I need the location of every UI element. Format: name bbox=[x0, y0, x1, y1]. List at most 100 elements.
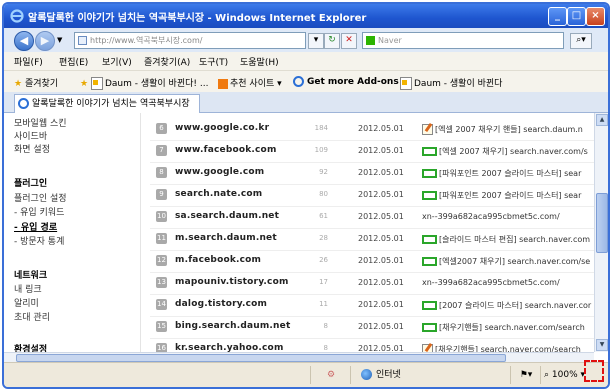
close-button[interactable]: × bbox=[586, 7, 605, 26]
keyword-link[interactable]: [엑셀2007 채우기] search.naver.com/se bbox=[422, 256, 590, 267]
window-title: 알록달록한 이야기가 넘치는 역곡북부시장 - Windows Internet… bbox=[28, 13, 367, 24]
menu-file[interactable]: 파일(F) bbox=[14, 55, 43, 68]
referrer-host[interactable]: m.search.daum.net bbox=[175, 233, 277, 243]
sidebar-item[interactable]: 플러그인 설정 bbox=[14, 191, 67, 204]
maximize-button[interactable]: □ bbox=[567, 7, 586, 26]
minimize-button[interactable]: _ bbox=[548, 7, 567, 26]
address-input[interactable]: http://www.역곡북부시장.com/ bbox=[74, 32, 306, 49]
fav-item-daum-2[interactable]: Daum - 생활이 바뀐다 bbox=[400, 76, 502, 90]
referrer-host[interactable]: sa.search.daum.net bbox=[175, 211, 279, 221]
keyword-link[interactable]: [2007 슬라이드 마스터] search.naver.cor bbox=[422, 300, 591, 311]
sidebar-item[interactable]: - 유입 경로 bbox=[14, 220, 57, 233]
menu-favorites[interactable]: 즐겨찾기(A) bbox=[144, 55, 190, 68]
keyword-icon bbox=[422, 257, 437, 266]
refresh-button[interactable]: ↻ bbox=[324, 33, 340, 49]
search-button[interactable]: ⌕▾ bbox=[570, 33, 592, 49]
keyword-link[interactable]: [채우기핸들] search.naver.com/search bbox=[422, 322, 585, 333]
table-row: 15 bing.search.daum.net 8 2012.05.01 [채우기핸들]… bbox=[150, 316, 594, 339]
visit-date: 2012.05.01 bbox=[358, 256, 404, 265]
recommended-icon bbox=[218, 78, 228, 89]
favorites-button[interactable]: ★ 즐겨찾기 bbox=[14, 76, 58, 89]
row-number: 9 bbox=[156, 189, 167, 200]
keyword-icon bbox=[422, 191, 437, 200]
visit-count: 80 bbox=[319, 190, 328, 198]
page-icon bbox=[400, 77, 412, 90]
visit-date: 2012.05.01 bbox=[358, 300, 404, 309]
keyword-link[interactable]: [엑셀 2007 채우기 핸들] search.daum.n bbox=[422, 124, 583, 135]
keyword-link[interactable]: [파워포인트 2007 슬라이드 마스터] sear bbox=[422, 168, 581, 179]
fav-item-recommended[interactable]: 추천 사이트 ▾ bbox=[218, 76, 282, 89]
sidebar-item[interactable]: 알리미 bbox=[14, 296, 39, 309]
visit-date: 2012.05.01 bbox=[358, 278, 404, 287]
star-icon: ★ bbox=[14, 79, 23, 89]
referrer-host[interactable]: dalog.tistory.com bbox=[175, 299, 267, 309]
keyword-text: [파워포인트 2007 슬라이드 마스터] sear bbox=[439, 169, 582, 178]
stop-button[interactable]: ✕ bbox=[341, 33, 357, 49]
visit-date: 2012.05.01 bbox=[358, 190, 404, 199]
visit-date: 2012.05.01 bbox=[358, 322, 404, 331]
fav-item-label: Daum - 생활이 바뀐다 bbox=[414, 79, 503, 89]
search-input[interactable]: Naver bbox=[362, 32, 564, 49]
privacy-segment[interactable]: ⚙ bbox=[310, 366, 351, 384]
menu-help[interactable]: 도움말(H) bbox=[240, 55, 279, 68]
sidebar-item[interactable]: 화면 설정 bbox=[14, 142, 50, 155]
page-icon bbox=[90, 77, 103, 90]
keyword-text: [채우기핸들] search.naver.com/search bbox=[435, 345, 581, 352]
ie-logo-icon bbox=[10, 9, 24, 23]
referrer-host[interactable]: bing.search.daum.net bbox=[175, 321, 290, 331]
referrer-list: 6 www.google.co.kr 184 2012.05.01 [엑셀 2007 채… bbox=[150, 113, 594, 352]
back-button[interactable]: ◀ bbox=[14, 31, 34, 51]
sidebar-item[interactable]: - 유입 키워드 bbox=[14, 205, 64, 218]
scroll-up-icon[interactable]: ▲ bbox=[596, 114, 608, 126]
sidebar-item[interactable]: 사이드바 bbox=[14, 129, 47, 142]
menu-edit[interactable]: 편집(E) bbox=[59, 55, 88, 68]
forward-button[interactable]: ▶ bbox=[35, 31, 55, 51]
fav-item-daum-1[interactable]: ★ Daum - 생활이 바뀐다! ... bbox=[80, 76, 208, 90]
referrer-host[interactable]: m.facebook.com bbox=[175, 255, 261, 265]
keyword-link[interactable]: [슬라이드 마스터 편집] search.naver.com bbox=[422, 234, 590, 245]
menu-tools[interactable]: 도구(T) bbox=[199, 55, 228, 68]
scroll-down-icon[interactable]: ▼ bbox=[596, 339, 608, 351]
scroll-thumb[interactable] bbox=[596, 193, 608, 253]
keyword-link[interactable]: xn--399a682aca995cbmet5c.com/ bbox=[422, 278, 560, 287]
back-arrow-icon: ◀ bbox=[19, 34, 29, 47]
shield-icon: ⚑▾ bbox=[519, 370, 533, 380]
visit-date: 2012.05.01 bbox=[358, 234, 404, 243]
visit-count: 8 bbox=[323, 344, 328, 352]
sidebar-item[interactable]: 초대 관리 bbox=[14, 310, 50, 323]
table-row: 7 www.facebook.com 109 2012.05.01 [엑셀 2007 채… bbox=[150, 140, 594, 163]
menu-bar: 파일(F) 편집(E) 보기(V) 즐겨찾기(A) 도구(T) 도움말(H) bbox=[4, 52, 608, 70]
h-scroll-thumb[interactable] bbox=[16, 354, 506, 362]
page-content: 모바일웹 스킨 사이드바 화면 설정 플러그인 플러그인 설정 - 유입 키워드 - 유입 … bbox=[4, 113, 594, 352]
status-bar: ⚙ 인터넷 ⚑▾ ⌕ 100% ▾ bbox=[4, 362, 608, 387]
keyword-link[interactable]: [파워포인트 2007 슬라이드 마스터] sear bbox=[422, 190, 581, 201]
visit-count: 61 bbox=[319, 212, 328, 220]
protected-mode-button[interactable]: ⚑▾ bbox=[510, 366, 541, 384]
sidebar-item[interactable]: 내 링크 bbox=[14, 282, 42, 295]
referrer-host[interactable]: search.nate.com bbox=[175, 189, 262, 199]
add-favorite-icon: ★ bbox=[80, 79, 89, 89]
history-dropdown-icon[interactable]: ▼ bbox=[57, 36, 62, 44]
sidebar-item[interactable]: - 방문자 통계 bbox=[14, 234, 64, 247]
sidebar-item[interactable]: 모바일웹 스킨 bbox=[14, 116, 67, 129]
address-url: http://www.역곡북부시장.com/ bbox=[90, 36, 203, 45]
vertical-scrollbar[interactable]: ▲ ▼ bbox=[594, 113, 608, 352]
keyword-link[interactable]: [채우기핸들] search.naver.com/search bbox=[422, 344, 581, 352]
referrer-host[interactable]: www.google.com bbox=[175, 167, 264, 177]
naver-logo-icon bbox=[366, 36, 375, 45]
keyword-icon bbox=[422, 169, 437, 178]
keyword-link[interactable]: xn--399a682aca995cbmet5c.com/ bbox=[422, 212, 560, 221]
edit-icon bbox=[422, 344, 433, 352]
referrer-host[interactable]: www.facebook.com bbox=[175, 145, 277, 155]
address-dropdown-button[interactable]: ▾ bbox=[308, 33, 324, 49]
referrer-host[interactable]: kr.search.yahoo.com bbox=[175, 343, 284, 352]
tab-current[interactable]: 알록달록한 이야기가 넘치는 역곡북부시장 bbox=[14, 94, 200, 113]
row-number: 12 bbox=[156, 255, 167, 266]
menu-view[interactable]: 보기(V) bbox=[102, 55, 132, 68]
referrer-host[interactable]: www.google.co.kr bbox=[175, 123, 269, 133]
keyword-icon bbox=[422, 147, 437, 156]
keyword-link[interactable]: [엑셀 2007 채우기] search.naver.com/s bbox=[422, 146, 588, 157]
fav-item-addons[interactable]: Get more Add-ons ▾ bbox=[290, 76, 406, 87]
referrer-host[interactable]: mapouniv.tistory.com bbox=[175, 277, 289, 287]
title-bar[interactable]: 알록달록한 이야기가 넘치는 역곡북부시장 - Windows Internet… bbox=[4, 4, 608, 28]
